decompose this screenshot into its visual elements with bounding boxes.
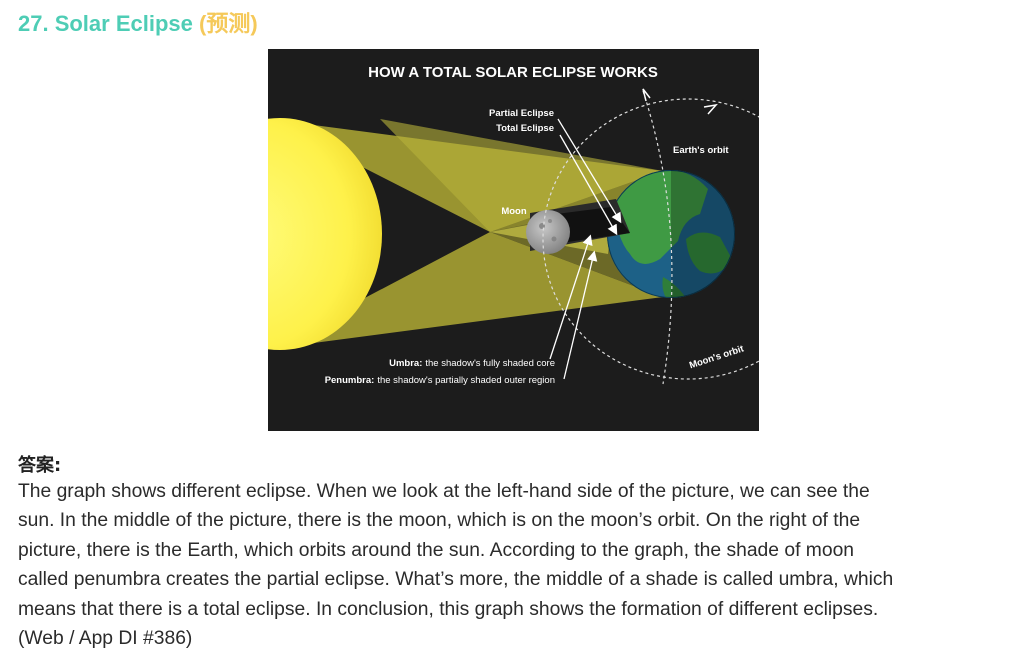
label-penumbra: Penumbra: the shadow's partially shaded o… bbox=[325, 375, 555, 386]
title-tag: (预测) bbox=[199, 11, 258, 36]
label-partial-eclipse: Partial Eclipse bbox=[489, 108, 554, 119]
umbra-term: Umbra: bbox=[389, 358, 422, 369]
label-earths-orbit: Earth's orbit bbox=[673, 145, 729, 156]
section-title: 27. Solar Eclipse (预测) bbox=[18, 6, 258, 38]
answer-line: means that there is a total eclipse. In … bbox=[18, 598, 879, 620]
penumbra-term: Penumbra: bbox=[325, 375, 375, 386]
diagram-heading: HOW A TOTAL SOLAR ECLIPSE WORKS bbox=[368, 64, 658, 81]
penumbra-desc: the shadow's partially shaded outer regi… bbox=[377, 375, 555, 386]
umbra-desc: the shadow's fully shaded core bbox=[425, 358, 555, 369]
answer-line: picture, there is the Earth, which orbit… bbox=[18, 539, 855, 561]
answer-line: called penumbra creates the partial ecli… bbox=[18, 569, 894, 591]
label-moon: Moon bbox=[501, 206, 527, 217]
answer-line: The graph shows different eclipse. When … bbox=[18, 481, 870, 502]
answer-text: The graph shows different eclipse. When … bbox=[18, 477, 998, 653]
eclipse-diagram-svg: HOW A TOTAL SOLAR ECLIPSE WORKS Partial … bbox=[268, 49, 759, 431]
answer-line: sun. In the middle of the picture, there… bbox=[18, 510, 861, 532]
label-umbra: Umbra: the shadow's fully shaded core bbox=[389, 358, 555, 369]
answer-label: 答案: bbox=[18, 455, 62, 476]
label-total-eclipse: Total Eclipse bbox=[496, 123, 554, 134]
moon-icon bbox=[526, 210, 570, 254]
title-text: 27. Solar Eclipse bbox=[18, 11, 193, 36]
eclipse-diagram: HOW A TOTAL SOLAR ECLIPSE WORKS Partial … bbox=[268, 49, 759, 431]
answer-line: (Web / App DI #386) bbox=[18, 628, 193, 650]
